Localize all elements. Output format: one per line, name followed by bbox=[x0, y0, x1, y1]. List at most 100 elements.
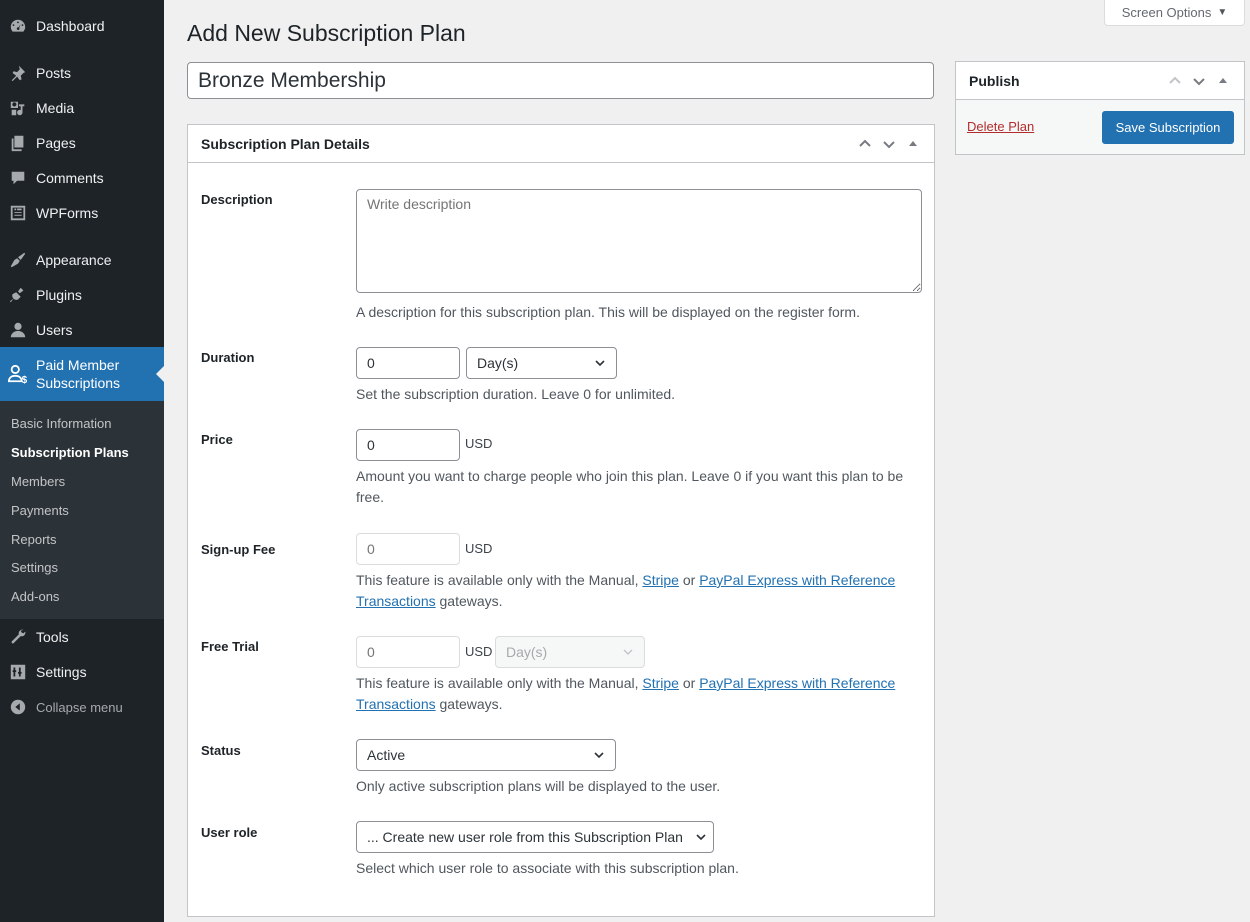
sidebar-item-label: Settings bbox=[36, 664, 87, 680]
duration-help: Set the subscription duration. Leave 0 f… bbox=[356, 386, 676, 402]
svg-text:$: $ bbox=[22, 375, 28, 384]
plugin-icon bbox=[0, 286, 36, 304]
member-dollar-icon: $ bbox=[0, 364, 36, 384]
sidebar-item-comments[interactable]: Comments bbox=[0, 161, 164, 195]
status-value: Active bbox=[367, 747, 406, 763]
duration-unit-select[interactable]: Day(s) bbox=[466, 347, 617, 379]
move-up-button[interactable] bbox=[854, 133, 876, 155]
collapse-icon bbox=[0, 698, 36, 716]
publish-actions: Delete Plan Save Subscription bbox=[956, 100, 1244, 154]
settings-icon bbox=[0, 663, 36, 681]
sidebar-item-label: Media bbox=[36, 100, 75, 116]
save-subscription-button[interactable]: Save Subscription bbox=[1102, 111, 1234, 144]
chevron-down-icon bbox=[1193, 78, 1205, 86]
price-currency: USD bbox=[465, 436, 493, 451]
status-label: Status bbox=[201, 743, 241, 758]
chevron-down-icon bbox=[696, 834, 706, 841]
caret-up-icon bbox=[1219, 78, 1227, 83]
pin-icon bbox=[0, 64, 36, 82]
free-trial-help: This feature is available only with the … bbox=[356, 673, 916, 715]
delete-plan-link[interactable]: Delete Plan bbox=[967, 119, 1034, 134]
help-text: gateways. bbox=[435, 696, 503, 712]
sidebar-item-settings[interactable]: Settings bbox=[0, 655, 164, 689]
sidebar-item-label: Dashboard bbox=[36, 18, 105, 34]
move-up-button[interactable] bbox=[1164, 70, 1186, 92]
screen-options-button[interactable]: Screen Options ▼ bbox=[1104, 0, 1245, 26]
sidebar-item-dashboard[interactable]: Dashboard bbox=[0, 9, 164, 43]
description-textarea[interactable] bbox=[356, 189, 922, 293]
admin-sidebar: Dashboard Posts Media Pages Comments WPF… bbox=[0, 0, 164, 922]
sidebar-item-label: Comments bbox=[36, 170, 104, 186]
stripe-link[interactable]: Stripe bbox=[642, 675, 679, 691]
comment-icon bbox=[0, 169, 36, 187]
caret-down-icon: ▼ bbox=[1217, 7, 1228, 18]
publish-handle-actions bbox=[1164, 62, 1234, 100]
toggle-panel-button[interactable] bbox=[902, 133, 924, 155]
user-role-label: User role bbox=[201, 825, 258, 840]
duration-label: Duration bbox=[201, 350, 255, 365]
free-trial-input[interactable] bbox=[356, 636, 460, 668]
description-help: A description for this subscription plan… bbox=[356, 304, 860, 320]
status-select[interactable]: Active bbox=[356, 739, 616, 771]
submenu-item-basic-information[interactable]: Basic Information bbox=[11, 416, 111, 431]
forms-icon bbox=[0, 204, 36, 222]
duration-unit-value: Day(s) bbox=[477, 355, 519, 371]
free-trial-currency: USD bbox=[465, 644, 493, 659]
status-help: Only active subscription plans will be d… bbox=[356, 778, 721, 794]
user-role-value: ... Create new user role from this Subsc… bbox=[367, 829, 683, 845]
duration-input[interactable] bbox=[356, 347, 460, 379]
chevron-down-icon bbox=[623, 649, 633, 655]
submenu-item-payments[interactable]: Payments bbox=[11, 503, 69, 518]
submenu-item-settings[interactable]: Settings bbox=[11, 560, 58, 575]
sidebar-item-label: Tools bbox=[36, 629, 69, 645]
sidebar-item-plugins[interactable]: Plugins bbox=[0, 278, 164, 312]
sidebar-item-label: WPForms bbox=[36, 205, 99, 221]
sidebar-item-pages[interactable]: Pages bbox=[0, 126, 164, 160]
screen-options-label: Screen Options bbox=[1121, 5, 1212, 20]
free-trial-label: Free Trial bbox=[201, 639, 259, 654]
sidebar-item-label: Plugins bbox=[36, 287, 82, 303]
submenu-item-reports[interactable]: Reports bbox=[11, 532, 57, 547]
sidebar-item-label: Users bbox=[36, 322, 73, 338]
subscription-plan-details-box: Subscription Plan Details Description A … bbox=[187, 124, 935, 917]
submenu: Basic Information Subscription Plans Mem… bbox=[0, 401, 164, 619]
metabox-header: Subscription Plan Details bbox=[188, 125, 934, 163]
plan-title-input[interactable] bbox=[187, 62, 934, 99]
sidebar-item-media[interactable]: Media bbox=[0, 91, 164, 125]
user-role-select[interactable]: ... Create new user role from this Subsc… bbox=[356, 821, 714, 853]
sidebar-item-wpforms[interactable]: WPForms bbox=[0, 196, 164, 230]
help-text: gateways. bbox=[435, 593, 503, 609]
dashboard-icon bbox=[0, 17, 36, 35]
collapse-menu-button[interactable]: Collapse menu bbox=[0, 690, 164, 724]
price-input[interactable] bbox=[356, 429, 460, 461]
collapse-menu-label: Collapse menu bbox=[36, 699, 123, 715]
free-trial-unit-select[interactable]: Day(s) bbox=[495, 636, 645, 668]
sidebar-item-paid-member-subscriptions[interactable]: $ Paid Member Subscriptions bbox=[0, 347, 164, 401]
pages-icon bbox=[0, 134, 36, 152]
free-trial-unit-value: Day(s) bbox=[506, 644, 548, 660]
chevron-down-icon bbox=[883, 141, 895, 149]
move-down-button[interactable] bbox=[1188, 70, 1210, 92]
chevron-up-icon bbox=[859, 139, 871, 147]
help-text: This feature is available only with the … bbox=[356, 675, 643, 691]
submenu-item-add-ons[interactable]: Add-ons bbox=[11, 589, 59, 604]
toggle-panel-button[interactable] bbox=[1212, 70, 1234, 92]
signup-fee-input[interactable] bbox=[356, 533, 460, 565]
user-role-help: Select which user role to associate with… bbox=[356, 860, 739, 876]
media-icon bbox=[0, 99, 36, 117]
price-help: Amount you want to charge people who joi… bbox=[356, 468, 904, 505]
sidebar-item-label: Pages bbox=[36, 135, 76, 151]
sidebar-item-appearance[interactable]: Appearance bbox=[0, 243, 164, 277]
chevron-down-icon bbox=[595, 360, 605, 367]
page-title: Add New Subscription Plan bbox=[187, 20, 466, 46]
submenu-item-subscription-plans[interactable]: Subscription Plans bbox=[11, 445, 129, 460]
stripe-link[interactable]: Stripe bbox=[642, 572, 679, 588]
sidebar-item-label: Posts bbox=[36, 65, 72, 81]
submenu-item-members[interactable]: Members bbox=[11, 474, 65, 489]
sidebar-item-users[interactable]: Users bbox=[0, 313, 164, 347]
publish-box: Publish Delete Plan Save Subscription bbox=[955, 61, 1245, 155]
sidebar-item-posts[interactable]: Posts bbox=[0, 56, 164, 90]
sidebar-item-label: Paid Member bbox=[36, 357, 120, 373]
sidebar-item-tools[interactable]: Tools bbox=[0, 620, 164, 654]
move-down-button[interactable] bbox=[878, 133, 900, 155]
